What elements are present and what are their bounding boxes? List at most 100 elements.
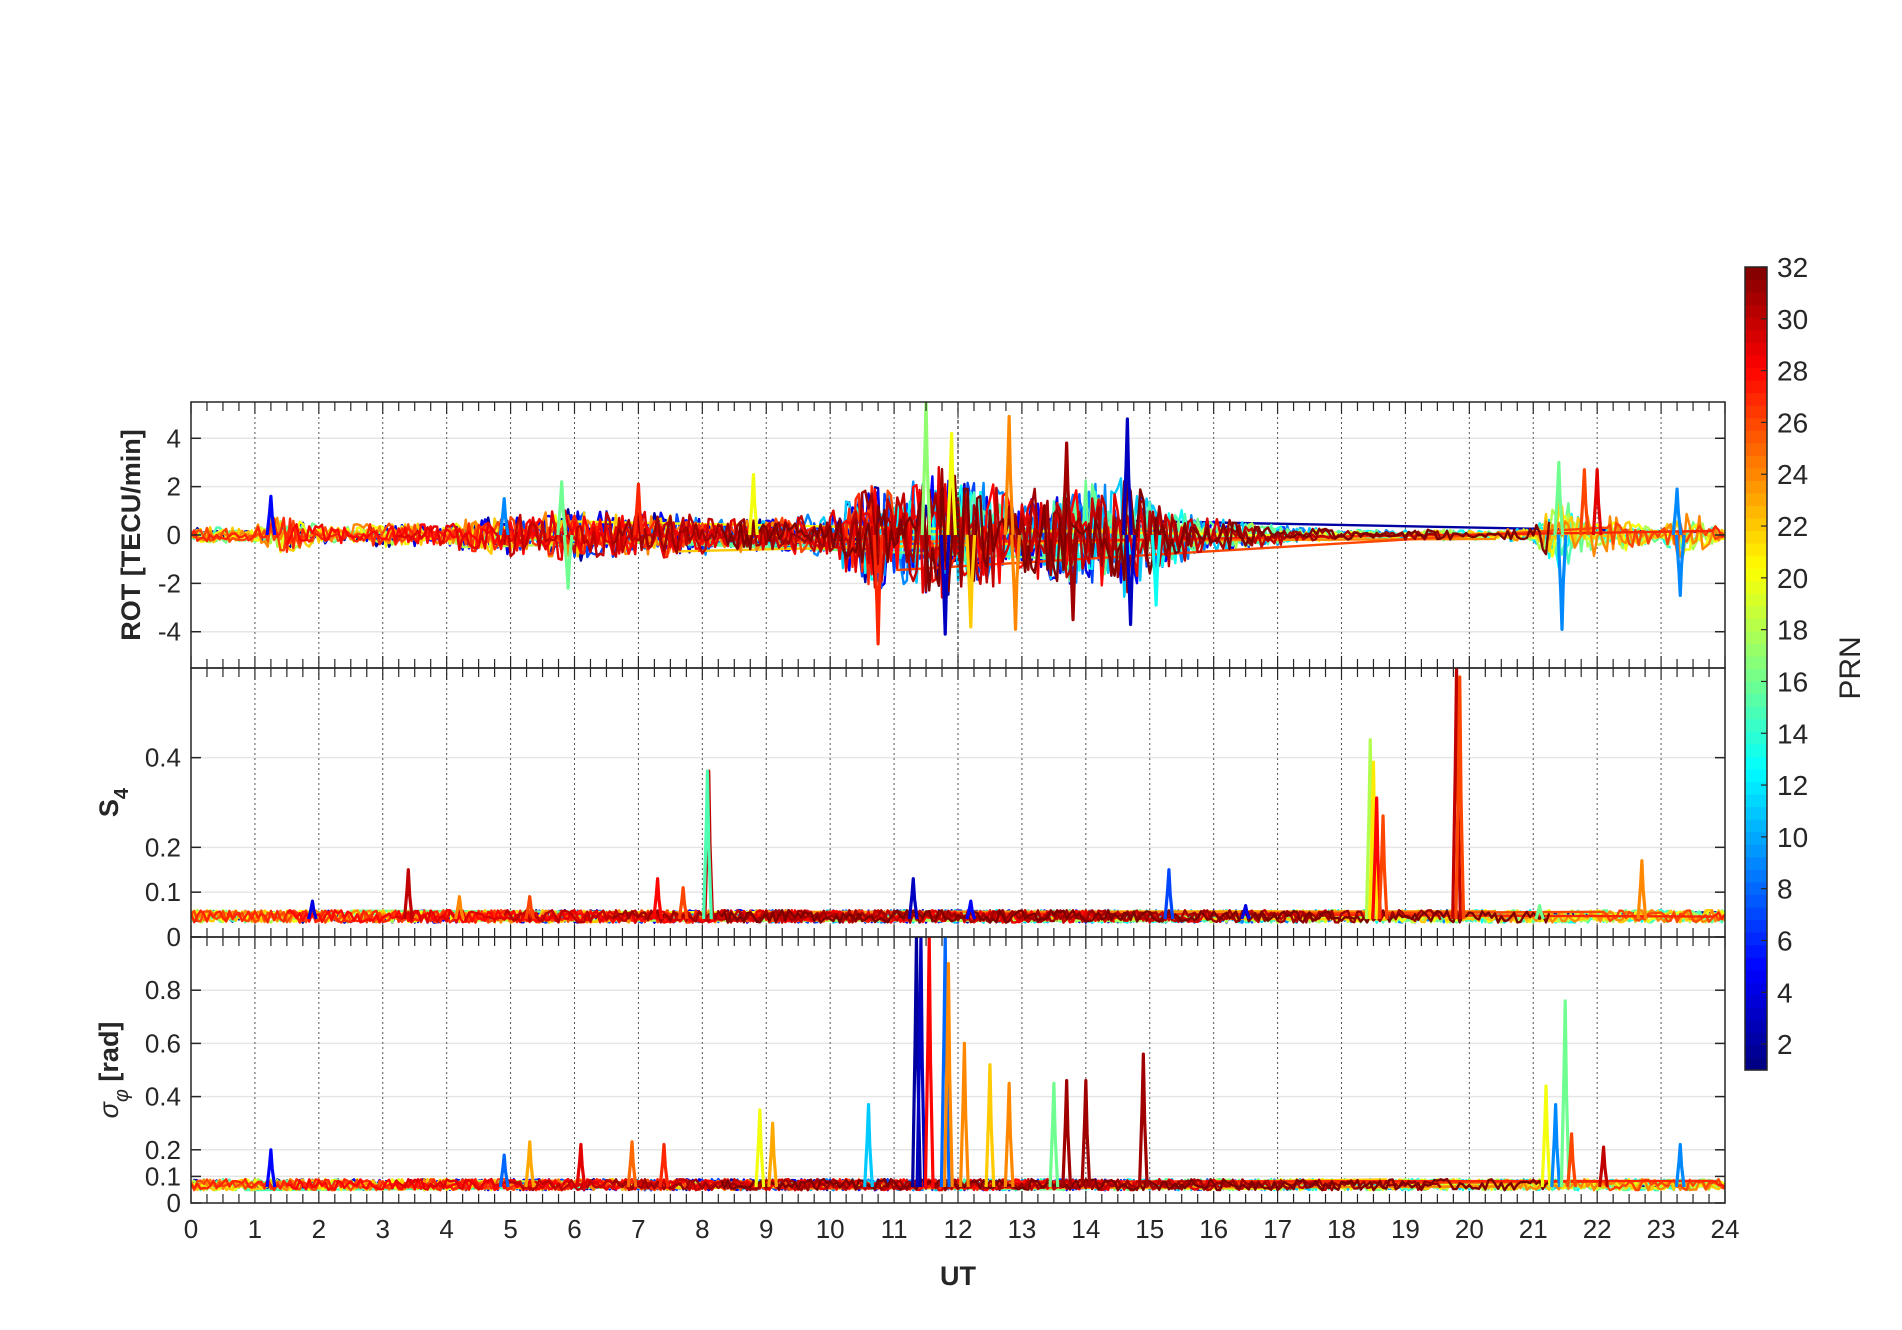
- colorbar-tick-label: 32: [1777, 252, 1808, 283]
- x-tick-label: 3: [376, 1214, 390, 1244]
- colorbar-band: [1745, 944, 1767, 958]
- spike-22: [1550, 1102, 1562, 1188]
- colorbar-band: [1745, 894, 1767, 908]
- spike-8: [863, 1102, 874, 1188]
- spike-20: [1137, 1052, 1149, 1188]
- x-tick-label: 20: [1455, 1214, 1484, 1244]
- spike-15: [984, 1063, 996, 1188]
- y-tick-label: 4: [167, 423, 181, 453]
- spike-14: [958, 1041, 970, 1188]
- colorbar-band: [1745, 969, 1767, 983]
- colorbar-band: [1745, 681, 1767, 695]
- colorbar-tick-label: 18: [1777, 615, 1808, 646]
- colorbar-tick-label: 8: [1777, 874, 1793, 905]
- spike-15: [1377, 814, 1389, 920]
- x-tick-label: 6: [567, 1214, 581, 1244]
- colorbar-tick-label: 26: [1777, 407, 1808, 438]
- colorbar-band: [1745, 593, 1767, 607]
- colorbar-band: [1745, 831, 1767, 845]
- spike-22: [1671, 487, 1683, 536]
- colorbar-tick-label: 6: [1777, 925, 1793, 956]
- spike-16: [1003, 1081, 1015, 1188]
- colorbar-tick-label: 2: [1777, 1029, 1793, 1060]
- colorbar-band: [1745, 982, 1767, 996]
- x-tick-label: 0: [184, 1214, 198, 1244]
- colorbar-band: [1745, 655, 1767, 670]
- y-tick-label: 0.6: [145, 1028, 181, 1058]
- colorbar-band: [1745, 304, 1767, 318]
- colorbar-band: [1745, 442, 1767, 456]
- y-tick-label: 0: [167, 922, 181, 952]
- y-tick-label: 0.2: [145, 1135, 181, 1165]
- colorbar-band: [1745, 342, 1767, 356]
- figure: -4-2024ROT [TECU/min]00.10.20.4S400.10.2…: [94, 252, 1867, 1291]
- x-tick-label: 5: [503, 1214, 517, 1244]
- x-tick-label: 24: [1711, 1214, 1740, 1244]
- colorbar-band: [1745, 555, 1767, 569]
- colorbar-band: [1745, 1057, 1767, 1071]
- x-tick-label: 1: [248, 1214, 262, 1244]
- y-tick-label: 0.4: [145, 1082, 181, 1112]
- x-tick-label: 8: [695, 1214, 709, 1244]
- colorbar-band: [1745, 430, 1767, 444]
- colorbar-band: [1745, 630, 1767, 645]
- y-tick-label: 0.1: [145, 1161, 181, 1191]
- colorbar-band: [1745, 1007, 1767, 1021]
- spike-21: [1540, 1084, 1552, 1188]
- colorbar-band: [1745, 1019, 1767, 1033]
- colorbar-band: [1745, 505, 1767, 519]
- colorbar-band: [1745, 543, 1767, 557]
- x-tick-label: 4: [439, 1214, 453, 1244]
- colorbar-band: [1745, 994, 1767, 1008]
- y-tick-label: 0.4: [145, 743, 181, 773]
- colorbar-tick-label: 16: [1777, 666, 1808, 697]
- y-tick-label: 0.2: [145, 832, 181, 862]
- colorbar-band: [1745, 392, 1767, 406]
- colorbar-band: [1745, 819, 1767, 833]
- x-tick-label: 9: [759, 1214, 773, 1244]
- colorbar-band: [1745, 1044, 1767, 1059]
- colorbar-band: [1745, 718, 1767, 732]
- colorbar-band: [1745, 379, 1767, 394]
- x-tick-label: 21: [1519, 1214, 1548, 1244]
- colorbar-band: [1745, 417, 1767, 431]
- colorbar-band: [1745, 367, 1767, 381]
- colorbar-band: [1745, 768, 1767, 783]
- x-tick-label: 18: [1327, 1214, 1356, 1244]
- colorbar-band: [1745, 806, 1767, 820]
- x-tick-label: 2: [312, 1214, 326, 1244]
- x-tick-label: 19: [1391, 1214, 1420, 1244]
- colorbar-tick-label: 30: [1777, 304, 1808, 335]
- x-axis-title: UT: [940, 1261, 976, 1291]
- y-tick-label: 0: [167, 520, 181, 550]
- spike-17: [1048, 1081, 1060, 1188]
- panel-bottom: 00.10.20.40.60.8σφ [rad]0 1 2 3 4 5 6 7 8 9 10 11 12…: [94, 936, 1740, 1244]
- colorbar-band: [1745, 856, 1767, 870]
- y-axis-title-middle: S4: [94, 787, 133, 817]
- colorbar-band: [1745, 931, 1767, 946]
- x-tick-label: 11: [881, 1214, 908, 1244]
- x-tick-label: 17: [1263, 1214, 1292, 1244]
- x-tick-label: 22: [1583, 1214, 1612, 1244]
- colorbar-band: [1745, 668, 1767, 682]
- colorbar-band: [1745, 354, 1767, 368]
- panel-top: -4 -2 0 2 4 ROT [TECU/min]: [116, 401, 1726, 669]
- x-tick-label: 7: [631, 1214, 645, 1244]
- colorbar-band: [1745, 405, 1767, 419]
- colorbar-tick-label: 14: [1777, 718, 1808, 749]
- colorbar-band: [1745, 869, 1767, 883]
- y-tick-label: 0.1: [145, 877, 181, 907]
- colorbar-band: [1745, 957, 1767, 971]
- y-tick-label: 0.8: [145, 975, 181, 1005]
- colorbar: 2468101214161820222426283032PRN: [1744, 252, 1867, 1071]
- y-tick-label: 2: [167, 472, 181, 502]
- spike-23: [1559, 999, 1571, 1188]
- colorbar-band: [1745, 706, 1767, 720]
- x-tick-label: 16: [1199, 1214, 1228, 1244]
- colorbar-band: [1745, 455, 1767, 469]
- colorbar-band: [1745, 580, 1767, 594]
- colorbar-band: [1745, 292, 1767, 306]
- colorbar-band: [1745, 329, 1767, 343]
- colorbar-band: [1745, 906, 1767, 921]
- colorbar-tick-label: 24: [1777, 459, 1808, 490]
